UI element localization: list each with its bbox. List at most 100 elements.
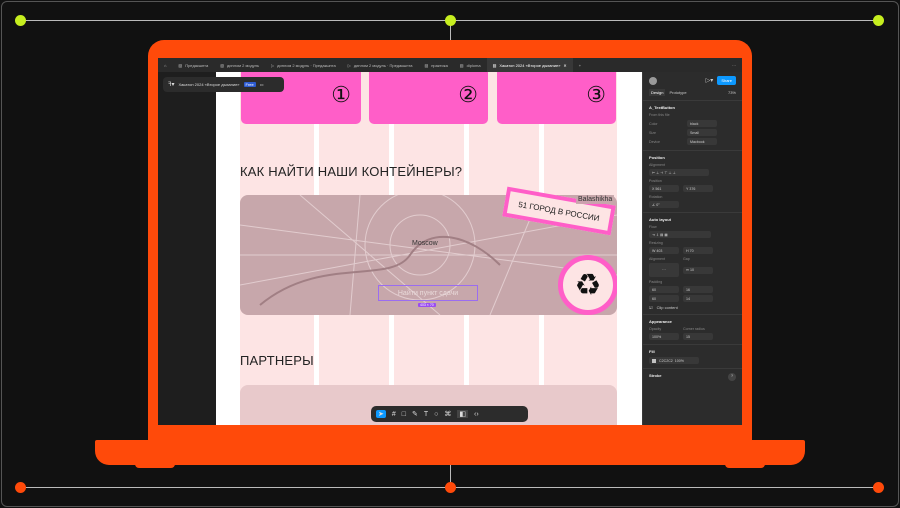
file-title[interactable]: Хакатон 2024 «Второе дыхание» bbox=[178, 82, 239, 87]
figma-menu-icon[interactable]: ꟻ▾ bbox=[168, 81, 174, 88]
fill-hex: C2C2C2 bbox=[659, 358, 673, 363]
y-value: 376 bbox=[689, 186, 696, 191]
tab[interactable]: ▧ практика bbox=[418, 58, 453, 72]
step-number: ③ bbox=[586, 82, 606, 107]
search-input[interactable]: Найти пункт сдачи bbox=[378, 285, 478, 301]
rotation-input[interactable]: ∠ 0° bbox=[649, 201, 679, 208]
device-select[interactable]: Macbook bbox=[687, 138, 717, 145]
play-icon[interactable]: ▷▾ bbox=[706, 77, 714, 84]
plan-badge: Free bbox=[243, 82, 256, 87]
field-label: Position bbox=[649, 179, 662, 183]
tab[interactable]: ▧ диплом 2 модуль bbox=[214, 58, 265, 72]
close-icon[interactable]: ✕ bbox=[563, 63, 566, 68]
field-label: Padding bbox=[649, 280, 663, 284]
tab-design[interactable]: Design bbox=[649, 89, 666, 96]
pen-tool-icon[interactable]: ✎ bbox=[412, 410, 418, 418]
prop-label: Size bbox=[649, 131, 656, 135]
handle-dot[interactable] bbox=[873, 15, 884, 26]
x-input[interactable]: X 561 bbox=[649, 185, 679, 192]
padding-bottom-input[interactable]: 14 bbox=[683, 295, 713, 302]
clip-content-label: Clip content bbox=[656, 305, 678, 310]
step-number: ① bbox=[331, 82, 351, 107]
size-badge: 403 × 70 bbox=[418, 303, 436, 307]
handle-dot[interactable] bbox=[445, 482, 456, 493]
field-label: Opacity bbox=[649, 327, 662, 331]
tab-active[interactable]: ▧ Хакатон 2024 «Второе дыхание» ✕ bbox=[486, 58, 573, 72]
tab-label: diploma bbox=[466, 62, 481, 68]
section-title: Fill bbox=[649, 349, 655, 354]
y-input[interactable]: Y 376 bbox=[683, 185, 713, 192]
component-source: From this file bbox=[649, 113, 670, 117]
actions-icon[interactable]: ⌘ bbox=[444, 410, 451, 418]
section-heading: КАК НАЙТИ НАШИ КОНТЕЙНЕРЫ? bbox=[240, 164, 463, 179]
sidebar-toggle-icon[interactable]: ▭ bbox=[260, 82, 264, 87]
fill-input[interactable]: C2C2C2 100% bbox=[649, 357, 699, 364]
handle-dot[interactable] bbox=[15, 15, 26, 26]
padding-top-input[interactable]: 16 bbox=[683, 286, 713, 293]
checkbox[interactable]: ☑ bbox=[649, 305, 653, 310]
step-card[interactable]: ③ bbox=[497, 72, 616, 124]
handle-dot[interactable] bbox=[873, 482, 884, 493]
avatar[interactable] bbox=[649, 76, 657, 85]
padding-left-input[interactable]: 60 bbox=[649, 286, 679, 293]
code-icon[interactable]: ‹› bbox=[474, 411, 479, 418]
more-icon[interactable]: ··· bbox=[726, 58, 742, 72]
step-card[interactable]: ② bbox=[369, 72, 488, 124]
color-select[interactable]: black bbox=[687, 120, 717, 127]
rectangle-tool-icon[interactable]: □ bbox=[402, 411, 406, 418]
opacity-input[interactable]: 100% bbox=[649, 333, 679, 340]
tab[interactable]: ▷ диплом 2 модуль · Предакшнта bbox=[342, 58, 419, 72]
home-icon[interactable]: ⌂ bbox=[158, 58, 172, 72]
tab[interactable]: ▧ Предакшнта bbox=[172, 58, 214, 72]
properties-panel: ▷▾ Share Design Prototype 73% A_TextButton … bbox=[642, 72, 742, 425]
share-button[interactable]: Share bbox=[717, 76, 736, 85]
tab-label: диплом 2 модуль · Предакшнта bbox=[277, 62, 336, 68]
tab-bar: ⌂ ▧ Предакшнта ▧ диплом 2 модуль ▷ дипло… bbox=[158, 58, 742, 72]
alignment-buttons[interactable]: ⊢ ⊥ ⊣ ⊤ ⊥ ⊥ bbox=[649, 169, 709, 176]
height-input[interactable]: H 70 bbox=[683, 247, 713, 254]
tab[interactable]: ▧ diploma bbox=[454, 58, 487, 72]
handle-dot[interactable] bbox=[15, 482, 26, 493]
handle-dot[interactable] bbox=[445, 15, 456, 26]
dev-mode-icon[interactable]: ◧ bbox=[457, 410, 469, 418]
tab-prototype[interactable]: Prototype bbox=[669, 90, 686, 95]
padding-right-input[interactable]: 60 bbox=[649, 295, 679, 302]
section-title: Auto layout bbox=[649, 217, 671, 222]
bottom-toolbar: ➤ # □ ✎ T ○ ⌘ ◧ ‹› bbox=[371, 406, 528, 422]
field-label: Flow bbox=[649, 225, 657, 229]
radius-input[interactable]: 15 bbox=[683, 333, 713, 340]
gap-input[interactable]: ⇹ 10 bbox=[683, 266, 713, 274]
tab-label: практика bbox=[431, 62, 448, 68]
x-value: 561 bbox=[655, 186, 662, 191]
frame-tool-icon[interactable]: # bbox=[392, 411, 396, 418]
component-name[interactable]: A_TextButton bbox=[649, 105, 675, 110]
help-button[interactable]: ? bbox=[728, 373, 736, 381]
flow-buttons[interactable]: ⇥ ⇩ ▤ ▦ bbox=[649, 231, 711, 238]
section-heading: ПАРТНЕРЫ bbox=[240, 353, 314, 368]
comment-tool-icon[interactable]: ○ bbox=[434, 411, 438, 418]
laptop-foot bbox=[725, 463, 765, 468]
laptop-base bbox=[95, 440, 805, 465]
alignment-grid[interactable]: ⋯ bbox=[649, 263, 679, 277]
field-label: Resizing bbox=[649, 241, 663, 245]
file-header: ꟻ▾ Хакатон 2024 «Второе дыхание» Free ▭ bbox=[163, 77, 284, 92]
move-tool-icon[interactable]: ➤ bbox=[376, 410, 386, 418]
size-select[interactable]: Small bbox=[687, 129, 717, 136]
laptop-foot bbox=[135, 463, 175, 468]
prop-label: Color bbox=[649, 122, 658, 126]
recycle-icon: ♻ bbox=[558, 255, 617, 315]
map-label: Moscow bbox=[412, 240, 438, 247]
laptop-screen: ⌂ ▧ Предакшнта ▧ диплом 2 модуль ▷ дипло… bbox=[158, 58, 742, 425]
canvas[interactable]: ① ② ③ КАК НАЙТИ НАШИ КОНТЕЙНЕРЫ? ПАРТНЕР… bbox=[158, 72, 642, 425]
width-input[interactable]: W 403 bbox=[649, 247, 679, 254]
text-tool-icon[interactable]: T bbox=[424, 411, 428, 418]
rotation-value: 0° bbox=[656, 202, 660, 207]
section-title: Stroke bbox=[649, 373, 662, 378]
tab[interactable]: ▷ диплом 2 модуль · Предакшнта bbox=[265, 58, 342, 72]
h-value: 70 bbox=[689, 248, 694, 253]
tab-label: диплом 2 модуль bbox=[226, 62, 260, 68]
new-tab-button[interactable]: + bbox=[573, 58, 587, 72]
prop-label: Device bbox=[649, 140, 660, 144]
fill-percent: % bbox=[680, 358, 684, 363]
zoom-select[interactable]: 73% bbox=[728, 90, 736, 95]
